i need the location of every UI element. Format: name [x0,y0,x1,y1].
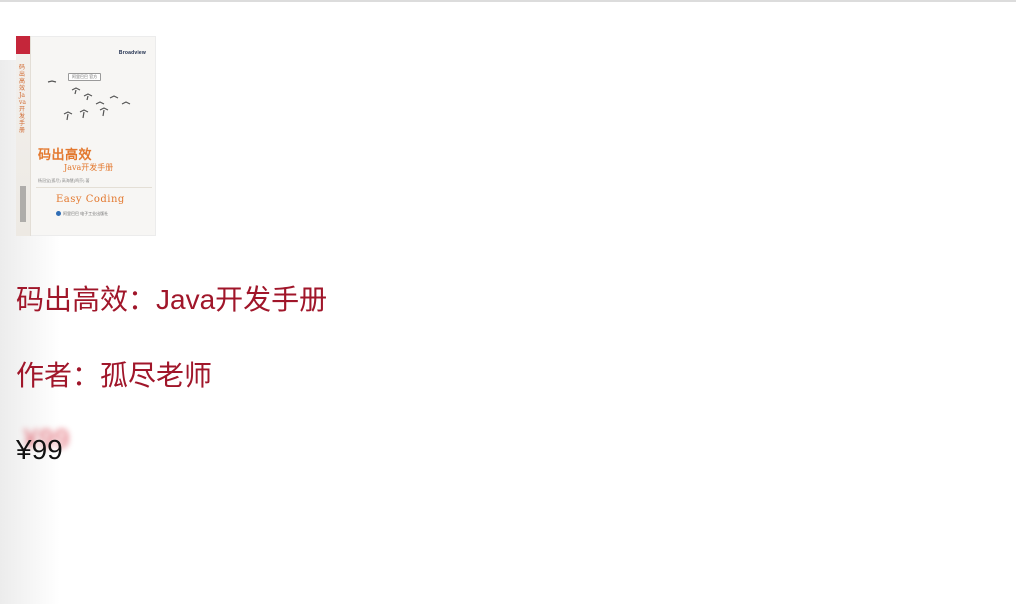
book-cover-image[interactable]: 码出高效 Java开发手册 Broadview 阿里巴巴 官方 码出高效 Jav… [16,36,156,236]
top-border [0,0,1016,2]
book-price: ¥99 [16,434,63,465]
price-block: ¥99 ¥99 [16,420,136,470]
spine-barcode [20,186,26,222]
publisher-logo: Broadview [118,50,146,56]
cover-publisher: 阿里巴巴 电子工业出版社 [56,211,108,217]
spine-text: 码出高效 Java开发手册 [19,64,26,134]
publisher-icon [56,211,61,217]
cover-easy-coding: Easy Coding [56,194,125,205]
product-card: 码出高效 Java开发手册 Broadview 阿里巴巴 官方 码出高效 Jav… [16,36,616,465]
book-author: 作者：孤尽老师 [16,360,213,391]
geese-illustration [47,80,131,121]
book-spine: 码出高效 Java开发手册 [16,36,31,236]
book-title[interactable]: 码出高效：Java开发手册 [16,282,327,318]
cover-title: 码出高效 [38,148,93,163]
cover-publisher-text: 阿里巴巴 电子工业出版社 [63,211,109,216]
cover-divider [36,187,152,188]
cover-subtitle: Java开发手册 [64,163,114,172]
cover-authors: 杨冠宝(孤尽) 高海慧(鸣莎) 著 [38,178,90,183]
